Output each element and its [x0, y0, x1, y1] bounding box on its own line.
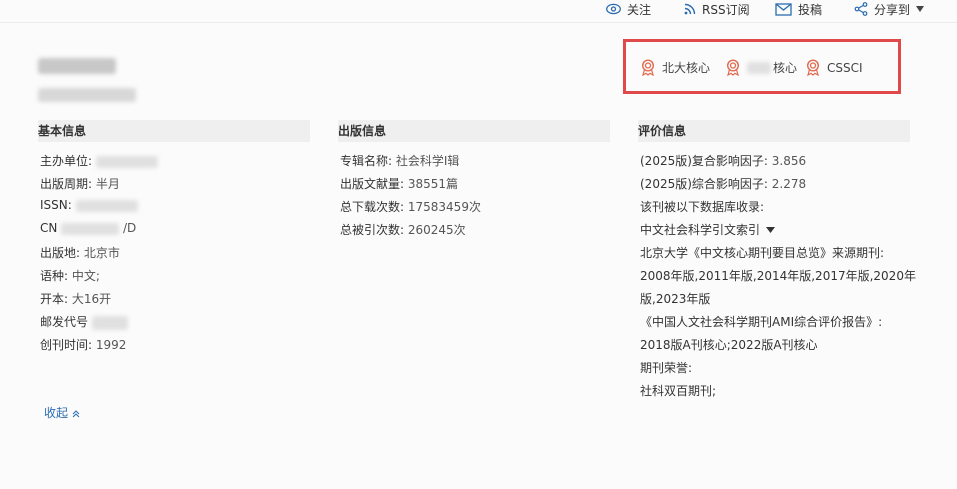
caret-down-icon: [916, 6, 925, 12]
award-ribbon-icon: [641, 59, 655, 76]
postal-code-row: 邮发代号: [40, 313, 128, 330]
composite-if-value: 3.856: [771, 154, 807, 168]
database-dropdown[interactable]: 中文社会科学引文索引: [640, 221, 776, 238]
collapse-label: 收起: [44, 406, 69, 420]
downloads-row: 总下载次数: 17583459次: [340, 198, 481, 215]
share-button[interactable]: 分享到: [854, 0, 925, 18]
format-label: 开本:: [40, 292, 69, 306]
badge-pku-core[interactable]: 北大核心: [640, 59, 710, 76]
rss-icon: [684, 3, 696, 15]
top-action-bar: 关注 RSS订阅 投稿 分享到: [0, 0, 957, 23]
cn-label: CN: [40, 221, 58, 235]
rss-button[interactable]: RSS订阅: [684, 0, 750, 18]
composite-if-row: (2025版)复合影响因子: 3.856: [640, 152, 806, 169]
caret-down-icon: [766, 226, 776, 233]
sponsor-value-redacted: [95, 155, 158, 168]
album-value: 社会科学Ⅰ辑: [395, 154, 460, 168]
share-icon: [854, 2, 868, 16]
postal-code-label: 邮发代号: [40, 315, 89, 329]
honor-value: 社科双百期刊;: [640, 384, 717, 398]
ami-value: 2018版A刊核心;2022版A刊核心: [640, 338, 818, 352]
docs-value: 38551篇: [407, 177, 459, 191]
cn-row: CN /D: [40, 221, 136, 235]
docs-label: 出版文献量:: [340, 177, 405, 191]
basic-info-heading: 基本信息: [38, 120, 310, 142]
follow-button[interactable]: 关注: [606, 0, 651, 18]
badge-label: 核心: [773, 61, 798, 75]
comprehensive-if-row: (2025版)综合影响因子: 2.278: [640, 175, 806, 192]
language-row: 语种: 中文;: [40, 267, 100, 284]
docs-row: 出版文献量: 38551篇: [340, 175, 458, 192]
language-value: 中文;: [71, 269, 100, 283]
cycle-label: 出版周期:: [40, 177, 93, 191]
honor-label: 期刊荣誉:: [640, 361, 693, 375]
submit-button[interactable]: 投稿: [775, 0, 822, 18]
badge-label: CSSCI: [827, 60, 863, 75]
pku-core-years-line2: 版,2023年版: [640, 292, 711, 306]
journal-title: [38, 58, 116, 74]
award-ribbon-icon: [806, 59, 820, 76]
collapse-link[interactable]: 收起: [44, 404, 80, 421]
postal-code-value-redacted: [91, 315, 128, 330]
badge-cssci[interactable]: CSSCI: [805, 59, 863, 76]
citations-row: 总被引次数: 260245次: [340, 221, 466, 238]
issn-label: ISSN:: [40, 198, 72, 212]
database-intro: 该刊被以下数据库收录:: [640, 200, 765, 214]
badge-label: 北大核心: [662, 61, 711, 75]
cn-value-redacted: [61, 222, 120, 235]
language-label: 语种:: [40, 269, 69, 283]
follow-label: 关注: [627, 2, 652, 17]
ami-intro: 《中国人文社会科学期刊AMI综合评价报告》:: [640, 315, 883, 329]
album-label: 专辑名称:: [340, 154, 393, 168]
sponsor-label: 主办单位:: [40, 154, 93, 168]
founded-value: 1992: [95, 338, 127, 352]
founded-label: 创刊时间:: [40, 338, 93, 352]
award-ribbon-icon: [726, 59, 740, 76]
journal-subtitle: [38, 88, 136, 102]
album-row: 专辑名称: 社会科学Ⅰ辑: [340, 152, 459, 169]
publish-info-heading: 出版信息: [338, 120, 610, 142]
downloads-label: 总下载次数:: [340, 200, 405, 214]
database-dropdown-value: 中文社会科学引文索引: [640, 223, 761, 237]
eye-icon: [606, 3, 621, 15]
share-label: 分享到: [874, 2, 911, 17]
rss-label: RSS订阅: [702, 2, 750, 17]
place-value: 北京市: [83, 246, 120, 260]
place-row: 出版地: 北京市: [40, 244, 120, 261]
cycle-value: 半月: [95, 177, 120, 191]
badge-label-blurred-prefix: [747, 61, 771, 74]
badge-core[interactable]: 核心: [725, 59, 797, 76]
comprehensive-if-value: 2.278: [771, 177, 807, 191]
downloads-value: 17583459次: [407, 200, 481, 214]
issn-row: ISSN:: [40, 198, 138, 212]
sponsor-row: 主办单位:: [40, 152, 158, 169]
comprehensive-if-label: (2025版)综合影响因子:: [640, 177, 768, 191]
pku-core-intro: 北京大学《中文核心期刊要目总览》来源期刊:: [640, 246, 885, 260]
submit-label: 投稿: [798, 2, 823, 17]
issn-value-redacted: [75, 199, 138, 212]
cn-value-tail: /D: [123, 221, 137, 235]
citations-value: 260245次: [407, 223, 466, 237]
cycle-row: 出版周期: 半月: [40, 175, 120, 192]
citations-label: 总被引次数:: [340, 223, 405, 237]
pku-core-years-line1: 2008年版,2011年版,2014年版,2017年版,2020年: [640, 269, 916, 283]
format-row: 开本: 大16开: [40, 290, 111, 307]
composite-if-label: (2025版)复合影响因子:: [640, 154, 768, 168]
evaluation-info-heading: 评价信息: [638, 120, 910, 142]
place-label: 出版地:: [40, 246, 81, 260]
mail-icon: [775, 2, 792, 16]
core-badges-box: 北大核心 核心 CSSCI: [623, 39, 901, 94]
double-chevron-up-icon: [72, 409, 80, 417]
format-value: 大16开: [71, 292, 112, 306]
founded-row: 创刊时间: 1992: [40, 336, 126, 353]
